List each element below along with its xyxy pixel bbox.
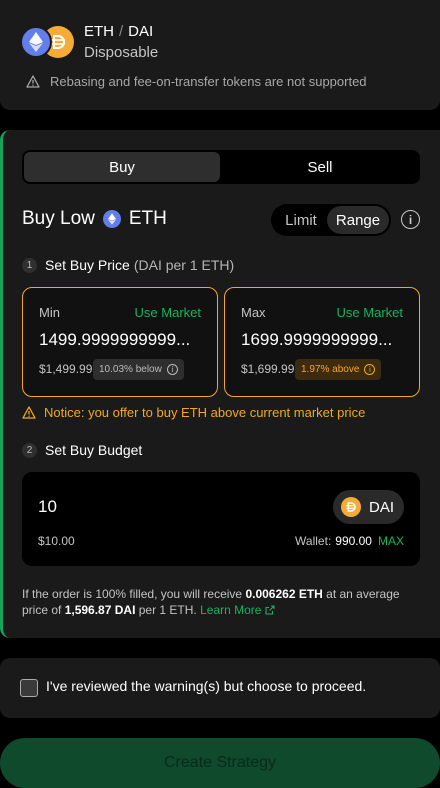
order-summary: If the order is 100% filled, you will re… bbox=[22, 586, 412, 618]
summary-average: 1,596.87 DAI bbox=[64, 603, 136, 617]
min-market-diff-badge: 10.03% below i bbox=[93, 359, 184, 380]
budget-input[interactable]: 10 bbox=[38, 497, 57, 517]
eth-icon bbox=[20, 26, 52, 58]
step-subtitle: (DAI per 1 ETH) bbox=[133, 257, 235, 273]
token-warning: Rebasing and fee-on-transfer tokens are … bbox=[26, 74, 367, 89]
max-button[interactable]: MAX bbox=[378, 534, 404, 548]
step-title: Set Buy Price bbox=[45, 257, 130, 273]
notice-text: Notice: you offer to buy ETH above curre… bbox=[44, 405, 366, 420]
max-use-market-button[interactable]: Use Market bbox=[337, 305, 403, 320]
tab-sell[interactable]: Sell bbox=[222, 152, 418, 182]
heading-prefix: Buy Low bbox=[22, 208, 95, 229]
step-set-buy-budget: 2 Set Buy Budget bbox=[22, 442, 142, 458]
tab-buy[interactable]: Buy bbox=[24, 152, 220, 182]
min-price-box: Min Use Market 1499.9999999999... $1,499… bbox=[22, 287, 218, 397]
create-strategy-button[interactable]: Create Strategy bbox=[0, 738, 440, 788]
learn-more-label: Learn More bbox=[200, 603, 262, 617]
confirm-warning-label: I've reviewed the warning(s) but choose … bbox=[46, 678, 367, 694]
max-market-diff-badge: 1.97% above i bbox=[295, 359, 382, 380]
summary-receive: 0.006262 ETH bbox=[245, 587, 323, 601]
token-pair-icons bbox=[20, 26, 74, 58]
price-notice: Notice: you offer to buy ETH above curre… bbox=[22, 405, 365, 420]
min-label: Min bbox=[39, 305, 60, 320]
summary-text-3: per 1 ETH. bbox=[135, 603, 201, 617]
pair-title: ETH / DAI bbox=[84, 23, 153, 40]
buy-sell-tabs: Buy Sell bbox=[22, 150, 420, 184]
budget-token-label: DAI bbox=[368, 498, 394, 516]
max-label: Max bbox=[241, 305, 266, 320]
info-icon[interactable]: i bbox=[401, 210, 420, 229]
wallet-label: Wallet: bbox=[295, 534, 332, 548]
step-title: Set Buy Budget bbox=[45, 442, 143, 458]
budget-box: 10 DAI $10.00 Wallet: 990.00 MAX bbox=[22, 472, 420, 566]
pair-header-card: ETH / DAI Disposable Rebasing and fee-on-t… bbox=[0, 0, 440, 110]
max-usd-value: $1,699.99 bbox=[241, 362, 295, 376]
max-price-value: 1699.9999999999 bbox=[241, 330, 379, 349]
external-link-icon bbox=[265, 605, 275, 615]
budget-token-selector[interactable]: DAI bbox=[332, 490, 404, 524]
quote-token: DAI bbox=[128, 23, 154, 40]
base-token: ETH bbox=[84, 23, 114, 40]
min-use-market-button[interactable]: Use Market bbox=[135, 305, 201, 320]
step-set-buy-price: 1 Set Buy Price (DAI per 1 ETH) bbox=[22, 257, 234, 273]
info-icon[interactable]: i bbox=[364, 364, 376, 375]
min-price-value: 1499.9999999999 bbox=[39, 330, 177, 349]
max-badge-text: 1.97% above bbox=[301, 364, 360, 375]
confirm-warning-checkbox[interactable] bbox=[20, 679, 38, 697]
dai-icon bbox=[340, 497, 361, 517]
strategy-type: Disposable bbox=[84, 44, 159, 61]
step-number: 1 bbox=[22, 257, 37, 273]
step-number: 2 bbox=[22, 442, 37, 458]
learn-more-link[interactable]: Learn More bbox=[200, 603, 275, 617]
limit-range-toggle: Limit Range bbox=[271, 204, 391, 236]
max-price-input[interactable]: 1699.9999999999... bbox=[241, 330, 405, 350]
min-usd-value: $1,499.99 bbox=[39, 362, 93, 376]
warning-icon bbox=[26, 75, 40, 88]
budget-usd-value: $10.00 bbox=[38, 534, 75, 548]
min-price-input[interactable]: 1499.9999999999... bbox=[39, 330, 203, 350]
pair-separator: / bbox=[119, 23, 124, 40]
mode-limit[interactable]: Limit bbox=[275, 206, 327, 234]
wallet-amount: 990.00 bbox=[335, 534, 372, 548]
order-heading: Buy Low ETH bbox=[22, 208, 167, 230]
heading-token: ETH bbox=[128, 208, 167, 229]
confirm-warning-card: I've reviewed the warning(s) but choose … bbox=[0, 658, 440, 718]
token-warning-text: Rebasing and fee-on-transfer tokens are … bbox=[50, 74, 367, 89]
min-badge-text: 10.03% below bbox=[99, 364, 162, 375]
eth-icon bbox=[102, 210, 121, 228]
max-price-box: Max Use Market 1699.9999999999... $1,699… bbox=[224, 287, 420, 397]
info-icon[interactable]: i bbox=[166, 364, 178, 375]
wallet-balance: Wallet: 990.00 MAX bbox=[295, 534, 404, 548]
mode-range[interactable]: Range bbox=[327, 206, 389, 234]
warning-icon bbox=[22, 406, 36, 419]
summary-text-1: If the order is 100% filled, you will re… bbox=[22, 587, 246, 601]
